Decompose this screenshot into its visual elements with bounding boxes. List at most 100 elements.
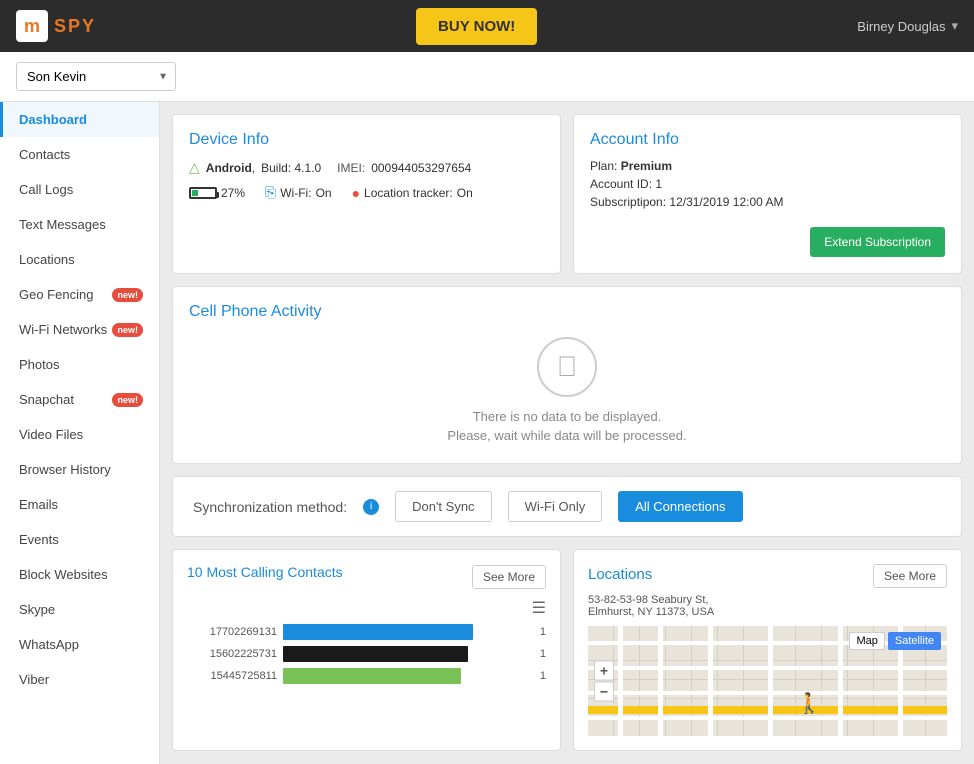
- contacts-title: 10 Most Calling Contacts: [187, 564, 343, 580]
- locations-title: Locations: [588, 566, 652, 583]
- contacts-header: 10 Most Calling Contacts See More: [187, 564, 546, 590]
- map-pin-icon: 🚶: [796, 691, 821, 716]
- device-info-card: Device Info △ Android, Build: 4.1.0 IMEI…: [172, 114, 561, 274]
- sidebar-label-skype: Skype: [19, 602, 55, 617]
- sidebar-item-viber[interactable]: Viber: [0, 662, 159, 697]
- sidebar-item-browser-history[interactable]: Browser History: [0, 452, 159, 487]
- bar-label: 15602225731: [187, 648, 277, 660]
- sidebar-label-browser-history: Browser History: [19, 462, 111, 477]
- device-selector[interactable]: Son Kevin: [16, 62, 176, 91]
- zoom-in-button[interactable]: +: [594, 661, 614, 681]
- calling-contacts-card: 10 Most Calling Contacts See More ☰ 1770…: [172, 549, 561, 751]
- location-status: ● Location tracker: On: [352, 185, 473, 201]
- cell-phone-activity-card: Cell Phone Activity ⎕ There is no data t…: [172, 286, 962, 464]
- sidebar-item-whatsapp[interactable]: WhatsApp: [0, 627, 159, 662]
- plan-value: Premium: [621, 159, 672, 173]
- bar-track: [283, 624, 520, 640]
- hamburger-icon[interactable]: ☰: [532, 600, 546, 617]
- account-info-title: Account Info: [590, 131, 945, 149]
- sidebar-item-emails[interactable]: Emails: [0, 487, 159, 522]
- bar-label: 17702269131: [187, 626, 277, 638]
- sidebar-item-text-messages[interactable]: Text Messages: [0, 207, 159, 242]
- locations-see-more-button[interactable]: See More: [873, 564, 947, 588]
- map-road-v3: [708, 626, 713, 736]
- account-id-label: Account ID:: [590, 177, 652, 191]
- extend-subscription-button[interactable]: Extend Subscription: [810, 227, 945, 257]
- sidebar-label-locations: Locations: [19, 252, 75, 267]
- sync-wifi-only-button[interactable]: Wi-Fi Only: [508, 491, 603, 522]
- bar-count: 1: [526, 626, 546, 638]
- battery-pct: 27%: [221, 186, 245, 200]
- location-address: 53-82-53-98 Seabury St, Elmhurst, NY 113…: [588, 594, 947, 618]
- map-road-v2: [658, 626, 663, 736]
- address-line1: 53-82-53-98 Seabury St,: [588, 594, 708, 606]
- map-placeholder: Map Satellite + − 🚶: [588, 626, 947, 736]
- sidebar-label-events: Events: [19, 532, 59, 547]
- sidebar-item-contacts[interactable]: Contacts: [0, 137, 159, 172]
- battery-visual: [189, 187, 217, 199]
- device-selector-wrapper[interactable]: Son Kevin: [16, 62, 176, 91]
- zoom-out-button[interactable]: −: [594, 682, 614, 702]
- sidebar-item-skype[interactable]: Skype: [0, 592, 159, 627]
- user-menu[interactable]: Birney Douglas ▾: [857, 18, 958, 34]
- battery-indicator: 27%: [189, 186, 245, 200]
- sidebar-item-photos[interactable]: Photos: [0, 347, 159, 382]
- account-info-card: Account Info Plan: Premium Account ID: 1…: [573, 114, 962, 274]
- map-type-map-button[interactable]: Map: [849, 632, 884, 650]
- sidebar-label-contacts: Contacts: [19, 147, 70, 162]
- sync-all-connections-button[interactable]: All Connections: [618, 491, 742, 522]
- account-id-row: Account ID: 1: [590, 177, 945, 191]
- sidebar: Dashboard Contacts Call Logs Text Messages L…: [0, 102, 160, 764]
- wifi-status: ⎘ Wi-Fi: On: [265, 184, 332, 201]
- sync-card: Synchronization method: i Don't Sync Wi-…: [172, 476, 962, 537]
- main-content: Device Info △ Android, Build: 4.1.0 IMEI…: [160, 102, 974, 764]
- device-os: Android,: [206, 161, 255, 175]
- sidebar-item-snapchat[interactable]: Snapchatnew!: [0, 382, 159, 417]
- device-imei-label: IMEI:: [337, 161, 365, 175]
- bottom-row: 10 Most Calling Contacts See More ☰ 1770…: [172, 549, 962, 751]
- cell-phone-activity-title: Cell Phone Activity: [189, 303, 945, 321]
- new-badge-snapchat: new!: [112, 393, 143, 407]
- app-header: m SPY BUY NOW! Birney Douglas ▾: [0, 0, 974, 52]
- logo-area: m SPY: [16, 10, 96, 42]
- device-build: Build: 4.1.0: [261, 161, 321, 175]
- buy-now-button[interactable]: BUY NOW!: [416, 8, 537, 45]
- wifi-value: On: [316, 186, 332, 200]
- sidebar-item-dashboard[interactable]: Dashboard: [0, 102, 159, 137]
- device-info-title: Device Info: [189, 131, 544, 149]
- sidebar-label-whatsapp: WhatsApp: [19, 637, 79, 652]
- bar-track: [283, 668, 520, 684]
- chevron-down-icon: ▾: [951, 18, 958, 34]
- sidebar-label-video-files: Video Files: [19, 427, 83, 442]
- bar-fill: [283, 668, 461, 684]
- sync-info-icon[interactable]: i: [363, 499, 379, 515]
- sidebar-item-call-logs[interactable]: Call Logs: [0, 172, 159, 207]
- no-data-line1: There is no data to be displayed.: [189, 409, 945, 424]
- map-type-satellite-button[interactable]: Satellite: [888, 632, 941, 650]
- wifi-label: Wi-Fi:: [280, 186, 311, 200]
- sidebar-label-wi-fi-networks: Wi-Fi Networks: [19, 322, 107, 337]
- bar-chart: 177022691311156022257311154457258111: [187, 624, 546, 684]
- logo-icon: m: [16, 10, 48, 42]
- plan-label: Plan:: [590, 159, 617, 173]
- locations-header: Locations See More: [588, 564, 947, 588]
- sidebar-item-block-websites[interactable]: Block Websites: [0, 557, 159, 592]
- sidebar-item-video-files[interactable]: Video Files: [0, 417, 159, 452]
- bar-fill: [283, 624, 473, 640]
- sidebar-item-locations[interactable]: Locations: [0, 242, 159, 277]
- sync-dont-sync-button[interactable]: Don't Sync: [395, 491, 491, 522]
- top-cards-row: Device Info △ Android, Build: 4.1.0 IMEI…: [172, 114, 962, 274]
- sidebar-label-call-logs: Call Logs: [19, 182, 73, 197]
- device-bar: Son Kevin: [0, 52, 974, 102]
- sidebar-item-geo-fencing[interactable]: Geo Fencingnew!: [0, 277, 159, 312]
- device-stats: 27% ⎘ Wi-Fi: On ● Location tracker: On: [189, 184, 544, 201]
- bar-fill: [283, 646, 468, 662]
- bar-count: 1: [526, 670, 546, 682]
- contacts-see-more-button[interactable]: See More: [472, 565, 546, 589]
- address-line2: Elmhurst, NY 11373, USA: [588, 606, 714, 618]
- sidebar-item-events[interactable]: Events: [0, 522, 159, 557]
- bar-item: 17702269131 1: [187, 624, 546, 640]
- location-pin-icon: ●: [352, 185, 360, 201]
- bar-track: [283, 646, 520, 662]
- sidebar-item-wi-fi-networks[interactable]: Wi-Fi Networksnew!: [0, 312, 159, 347]
